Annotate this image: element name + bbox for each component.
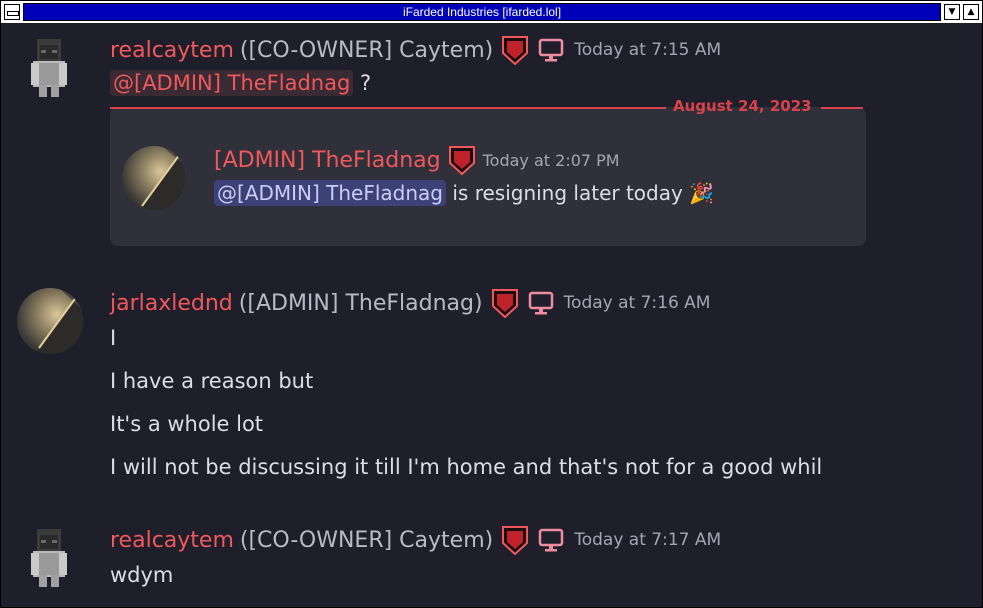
date-divider-line [110,107,666,109]
message-text: @[ADMIN] TheFladnag ? [110,70,372,96]
party-popper-emoji: 🎉 [689,181,715,205]
message-line: I [110,326,117,350]
message-header: jarlaxlednd ([ADMIN] TheFladnag) Today a… [110,288,710,318]
avatar[interactable] [17,288,83,354]
message-header: realcaytem ([CO-OWNER] Caytem) Today at … [110,35,721,65]
user-mention[interactable]: @[ADMIN] TheFladnag [214,180,446,206]
username[interactable]: realcaytem [110,38,234,63]
shield-icon [502,526,529,555]
timestamp: Today at 7:16 AM [563,293,711,313]
monitor-icon [528,291,553,315]
avatar[interactable] [17,523,83,589]
message-text: wdym [110,563,174,587]
avatar[interactable] [17,33,83,99]
reply-timestamp: Today at 2:07 PM [482,150,620,170]
minimize-button[interactable]: ▼ [944,4,960,20]
message-header: realcaytem ([CO-OWNER] Caytem) Today at … [110,525,721,555]
nickname[interactable]: ([ADMIN] TheFladnag) [239,291,483,316]
reply-text: @[ADMIN] TheFladnag is resigning later t… [214,180,715,206]
message-line: I have a reason but [110,369,314,393]
shield-icon [491,289,518,318]
nickname[interactable]: ([CO-OWNER] Caytem) [240,528,493,553]
monitor-icon [538,38,564,62]
title-bar: iFarded Industries [ifarded.lol] ▼ ▲ [1,1,982,23]
system-menu-button[interactable] [4,4,20,20]
app-window: iFarded Industries [ifarded.lol] ▼ ▲ rea… [0,0,983,608]
maximize-button[interactable]: ▲ [963,4,979,20]
shield-icon [448,146,475,175]
user-mention[interactable]: @[ADMIN] TheFladnag [110,70,354,96]
message-line: It's a whole lot [110,412,264,436]
date-divider-line [821,107,863,109]
window-title: iFarded Industries [ifarded.lol] [402,5,562,19]
monitor-icon [538,528,564,552]
date-divider: August 24, 2023 [673,97,812,115]
reply-author[interactable]: [ADMIN] TheFladnag [214,148,441,173]
avatar[interactable] [122,146,186,210]
username[interactable]: realcaytem [110,528,234,553]
shield-icon [502,36,529,65]
nickname[interactable]: ([CO-OWNER] Caytem) [240,38,493,63]
timestamp: Today at 7:17 AM [574,530,722,550]
reply-header: [ADMIN] TheFladnag Today at 2:07 PM [214,145,620,175]
message-content: ? [359,71,372,95]
reply-content: is resigning later today [452,181,683,205]
timestamp: Today at 7:15 AM [574,40,722,60]
reply-embed[interactable] [110,107,866,246]
chat-area: realcaytem ([CO-OWNER] Caytem) Today at … [1,23,982,607]
title-bar-caption: iFarded Industries [ifarded.lol] [23,3,941,21]
message-line: I will not be discussing it till I'm hom… [110,455,823,479]
username[interactable]: jarlaxlednd [110,291,233,316]
